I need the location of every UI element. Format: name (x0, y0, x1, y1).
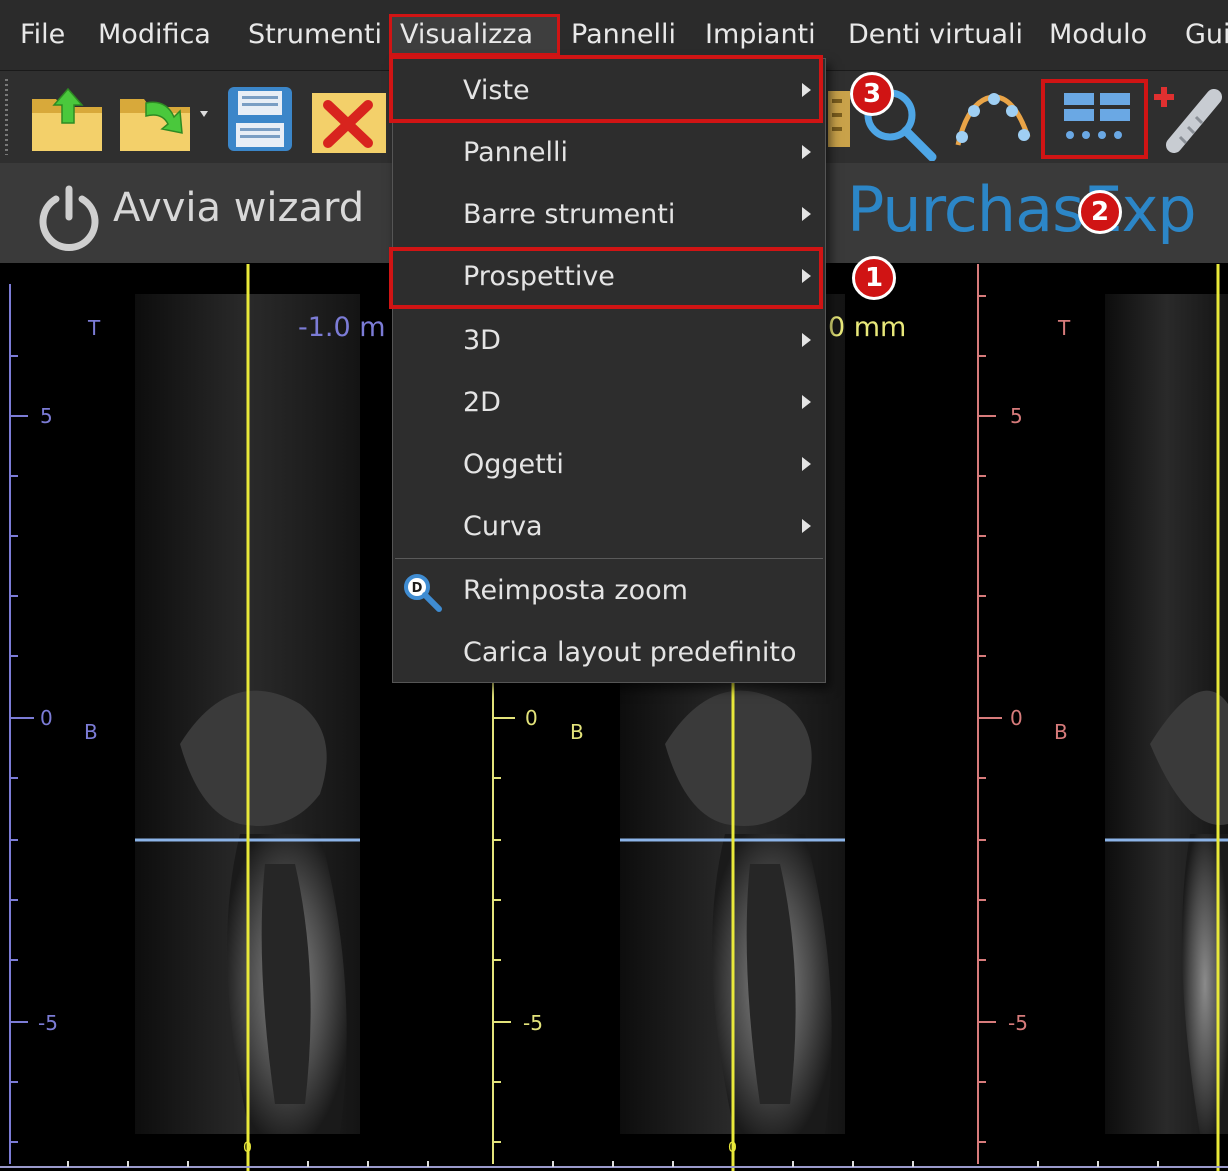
menu-item-label: Pannelli (463, 137, 568, 168)
menu-guida[interactable]: Gui (1177, 14, 1228, 56)
add-implant-icon[interactable] (1150, 81, 1228, 161)
menu-impianti[interactable]: Impianti (697, 14, 824, 56)
menu-item-pannelli[interactable]: Pannelli (393, 123, 825, 183)
prospettive-highlight (389, 247, 823, 309)
save-disk-icon[interactable] (224, 83, 296, 155)
vp3-tick-0: 0 (1010, 706, 1023, 730)
vp1-slice-offset: -1.0 m (298, 312, 386, 343)
open-folder-icon[interactable] (28, 83, 108, 155)
viste-highlight (389, 55, 823, 123)
menu-denti-virtuali[interactable]: Denti virtuali (840, 14, 1031, 56)
vp2-slice-offset: 0 mm (828, 312, 907, 343)
vp2-bottom-zero: 0 (728, 1140, 737, 1156)
step-badge-1: 1 (852, 256, 896, 300)
menu-item-3d[interactable]: 3D (393, 311, 825, 371)
toolbar-grip[interactable] (5, 79, 8, 155)
step-badge-3: 3 (850, 72, 894, 116)
menu-item-reimposta-zoom[interactable]: D Reimposta zoom (393, 561, 825, 621)
menu-item-label: Carica layout predefinito (463, 637, 797, 668)
submenu-arrow-icon (802, 207, 811, 221)
submenu-arrow-icon (802, 395, 811, 409)
curve-icon[interactable] (950, 83, 1036, 159)
submenu-arrow-icon (802, 457, 811, 471)
step-badge-2: 2 (1078, 190, 1122, 234)
vp1-tick-minus5: -5 (38, 1011, 58, 1035)
menu-visualizza[interactable]: Visualizza (389, 14, 560, 56)
menu-modifica[interactable]: Modifica (90, 14, 219, 56)
power-icon[interactable] (34, 183, 104, 253)
menu-item-2d[interactable]: 2D (393, 373, 825, 433)
menu-strumenti[interactable]: Strumenti (240, 14, 390, 56)
menu-item-carica-layout[interactable]: Carica layout predefinito (393, 623, 825, 683)
vp3-bottom-label: B (1054, 720, 1068, 744)
menu-item-label: 2D (463, 387, 501, 418)
menu-file[interactable]: File (12, 14, 73, 56)
menu-item-oggetti[interactable]: Oggetti (393, 435, 825, 495)
submenu-arrow-icon (802, 519, 811, 533)
menu-item-label: Reimposta zoom (463, 575, 688, 606)
vp3-tick-5: 5 (1010, 404, 1023, 428)
vp1-bottom-zero: 0 (243, 1140, 252, 1156)
vp2-tick-0: 0 (525, 706, 538, 730)
menu-pannelli[interactable]: Pannelli (563, 14, 684, 56)
menu-modulo[interactable]: Modulo (1041, 14, 1155, 56)
svg-text:D: D (412, 581, 423, 596)
menu-item-label: Barre strumenti (463, 199, 676, 230)
submenu-arrow-icon (802, 145, 811, 159)
zoom-reset-icon: D (404, 574, 442, 612)
vp2-bottom-label: B (570, 720, 584, 744)
vp2-tick-minus5: -5 (523, 1011, 543, 1035)
menu-item-label: Curva (463, 511, 543, 542)
menu-separator (395, 558, 823, 559)
menu-item-curva[interactable]: Curva (393, 497, 825, 557)
wizard-button-label[interactable]: Avvia wizard (113, 185, 364, 231)
menu-item-barre-strumenti[interactable]: Barre strumenti (393, 185, 825, 245)
vp3-tick-minus5: -5 (1008, 1011, 1028, 1035)
vp1-tick-5: 5 (40, 404, 53, 428)
menu-item-label: Oggetti (463, 449, 564, 480)
visualizza-dropdown: Viste Pannelli Barre strumenti Prospetti… (389, 55, 826, 683)
menu-item-label: 3D (463, 325, 501, 356)
layout-icon-highlight (1041, 79, 1148, 159)
viewport-1[interactable] (9, 264, 360, 1171)
purchase-banner[interactable]: PurchasExp (847, 173, 1197, 246)
vp1-tick-0: 0 (40, 706, 53, 730)
vp3-top-label: T (1058, 316, 1071, 340)
vp1-top-label: T (88, 316, 101, 340)
close-x-icon[interactable] (310, 83, 390, 155)
import-folder-icon[interactable] (116, 83, 212, 155)
vp1-bottom-label: B (84, 720, 98, 744)
submenu-arrow-icon (802, 333, 811, 347)
